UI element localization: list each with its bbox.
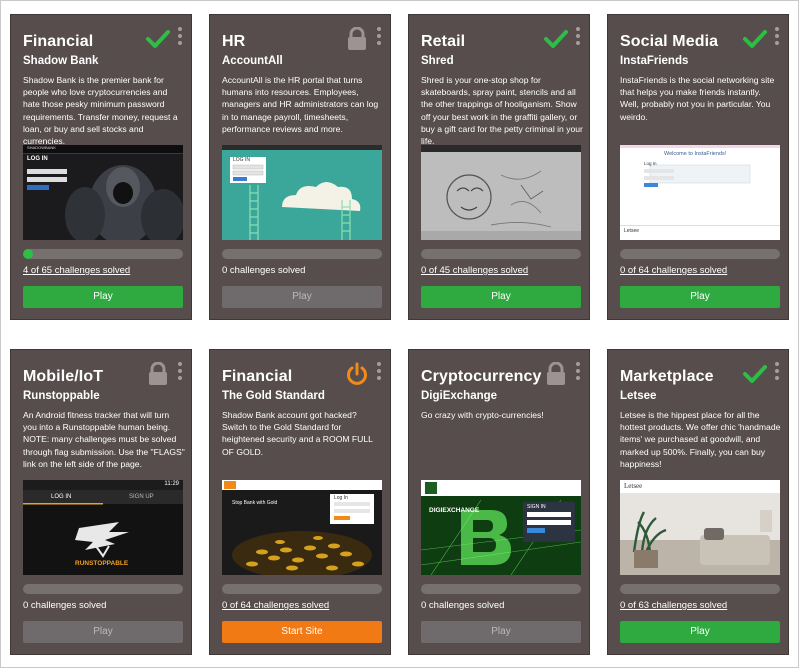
challenges-solved-link[interactable]: 4 of 65 challenges solved — [23, 265, 130, 276]
card-description: An Android fitness tracker that will tur… — [23, 410, 185, 469]
shot-headline: Stop Bank with Gold — [232, 500, 278, 506]
challenges-solved-label: 0 challenges solved — [222, 265, 306, 276]
challenge-card-shadow-bank: Financial Shadow Bank Shadow Bank is the… — [10, 14, 192, 320]
card-menu-icon[interactable] — [375, 27, 383, 51]
shot-tab-signup: SIGN UP — [129, 494, 154, 500]
challenge-card-shred: Retail Shred Shred is your one-stop shop… — [408, 14, 590, 320]
check-icon — [742, 27, 768, 51]
shot-clock: 11:29 — [164, 481, 179, 487]
card-description: Shadow Bank is the premier bank for peop… — [23, 75, 178, 147]
play-button[interactable]: Play — [421, 286, 581, 308]
shot-login-label: Log In — [644, 161, 657, 166]
play-button-disabled[interactable]: Play — [222, 286, 382, 308]
card-product-name: AccountAll — [222, 55, 283, 67]
progress-bar — [620, 584, 780, 594]
card-menu-icon[interactable] — [375, 362, 383, 386]
site-screenshot: LOG IN — [222, 145, 382, 240]
card-menu-icon[interactable] — [176, 362, 184, 386]
shot-brand: DIGIEXCHANGE — [429, 507, 480, 514]
card-product-name: Runstoppable — [23, 390, 100, 402]
shot-brand: SHADOWBANK — [27, 145, 56, 150]
progress-bar — [421, 249, 581, 259]
shot-tab-login: LOG IN — [51, 494, 72, 500]
progress-fill — [23, 249, 33, 259]
play-button[interactable]: Play — [620, 621, 780, 643]
card-description: AccountAll is the HR portal that turns h… — [222, 75, 379, 134]
card-category: Marketplace — [620, 368, 714, 385]
lock-icon — [344, 27, 370, 51]
site-screenshot: DIGIEXCHANGE SIGN IN — [421, 480, 581, 575]
card-product-name: The Gold Standard — [222, 390, 325, 402]
challenges-solved-label: 0 challenges solved — [421, 600, 505, 611]
shot-brand: Letsee — [624, 482, 643, 490]
challenge-card-letsee: Marketplace Letsee Letsee is the hippest… — [607, 349, 789, 655]
shot-brand: RUNSTOPPABLE — [75, 560, 129, 567]
card-description: Shadow Bank account got hacked? Switch t… — [222, 410, 373, 457]
card-product-name: InstaFriends — [620, 55, 689, 67]
shot-footer-text: Letsee — [624, 228, 640, 234]
challenge-card-digiexchange: Cryptocurrency DigiExchange Go crazy wit… — [408, 349, 590, 655]
challenge-card-gold-standard: Financial The Gold Standard Shadow Bank … — [209, 349, 391, 655]
shot-login-label: LOG IN — [27, 156, 48, 162]
check-icon — [742, 362, 768, 386]
shot-login-label: Log In — [334, 495, 348, 501]
play-button-disabled[interactable]: Play — [23, 621, 183, 643]
card-category: Social Media — [620, 33, 719, 50]
challenges-solved-link[interactable]: 0 of 64 challenges solved — [222, 600, 329, 611]
card-menu-icon[interactable] — [773, 27, 781, 51]
card-description: Shred is your one-stop shop for skateboa… — [421, 75, 583, 147]
challenges-solved-link[interactable]: 0 of 63 challenges solved — [620, 600, 727, 611]
power-icon — [344, 362, 370, 386]
shot-login-label: LOG IN — [233, 157, 250, 163]
card-product-name: Shred — [421, 55, 454, 67]
challenges-solved-link[interactable]: 0 of 64 challenges solved — [620, 265, 727, 276]
challenges-solved-label: 0 challenges solved — [23, 600, 107, 611]
challenge-grid: Financial Shadow Bank Shadow Bank is the… — [0, 0, 799, 668]
progress-bar — [222, 249, 382, 259]
play-button[interactable]: Play — [620, 286, 780, 308]
start-site-button[interactable]: Start Site — [222, 621, 382, 643]
site-screenshot — [421, 145, 581, 240]
site-screenshot: Letsee — [620, 480, 780, 575]
shot-welcome-text: Welcome to InstaFriends! — [664, 151, 727, 157]
progress-bar — [620, 249, 780, 259]
progress-bar — [23, 249, 183, 259]
card-category: Financial — [23, 33, 94, 50]
card-description: Go crazy with crypto-currencies! — [421, 410, 544, 420]
card-menu-icon[interactable] — [574, 27, 582, 51]
play-button-disabled[interactable]: Play — [421, 621, 581, 643]
challenges-solved-link[interactable]: 0 of 45 challenges solved — [421, 265, 528, 276]
card-product-name: Letsee — [620, 390, 657, 402]
lock-icon — [145, 362, 171, 386]
card-description: Letsee is the hippest place for all the … — [620, 410, 781, 469]
progress-bar — [23, 584, 183, 594]
card-menu-icon[interactable] — [574, 362, 582, 386]
site-screenshot: 11:29 LOG IN SIGN UP RUNSTOPPABLE — [23, 480, 183, 575]
card-category: Financial — [222, 368, 293, 385]
check-icon — [543, 27, 569, 51]
lock-icon — [543, 362, 569, 386]
site-screenshot: Stop Bank with Gold Log In — [222, 480, 382, 575]
card-category: Retail — [421, 33, 466, 50]
progress-bar — [222, 584, 382, 594]
shot-signin-label: SIGN IN — [527, 504, 546, 510]
card-description: InstaFriends is the social networking si… — [620, 75, 775, 122]
progress-bar — [421, 584, 581, 594]
check-icon — [145, 27, 171, 51]
challenge-card-runstoppable: Mobile/IoT Runstoppable An Android fitne… — [10, 349, 192, 655]
card-category: Cryptocurrency — [421, 368, 542, 385]
card-category: HR — [222, 33, 246, 50]
card-menu-icon[interactable] — [773, 362, 781, 386]
card-product-name: Shadow Bank — [23, 55, 99, 67]
challenge-card-accountall: HR AccountAll AccountAll is the HR porta… — [209, 14, 391, 320]
site-screenshot: Welcome to InstaFriends! Log In Letsee — [620, 145, 780, 240]
site-screenshot: LOG IN SHADOWBANK — [23, 145, 183, 240]
card-menu-icon[interactable] — [176, 27, 184, 51]
card-category: Mobile/IoT — [23, 368, 104, 385]
play-button[interactable]: Play — [23, 286, 183, 308]
challenge-card-instafriends: Social Media InstaFriends InstaFriends i… — [607, 14, 789, 320]
card-product-name: DigiExchange — [421, 390, 498, 402]
